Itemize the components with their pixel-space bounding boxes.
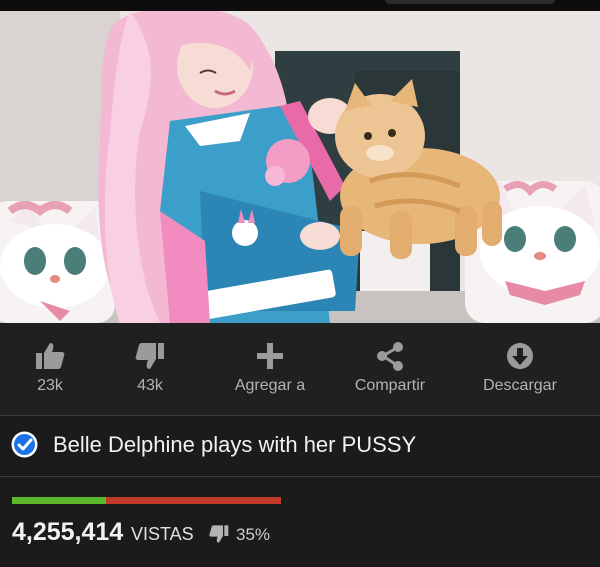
dislike-count: 43k	[137, 377, 163, 394]
download-button[interactable]: Descargar	[468, 323, 572, 415]
dislike-percent: 35%	[236, 525, 271, 544]
add-to-button[interactable]: Agregar a	[220, 323, 320, 415]
add-to-label: Agregar a	[234, 377, 306, 394]
thumbs-down-icon	[209, 525, 229, 543]
download-label: Descargar	[483, 377, 557, 394]
top-pill	[385, 0, 555, 4]
video-player[interactable]	[0, 11, 600, 323]
video-title: Belle Delphine plays with her PUSSY	[53, 432, 417, 457]
action-bar: 23k 43k Agregar a Compartir Descargar	[0, 323, 600, 416]
dislike-button[interactable]: 43k	[118, 323, 182, 415]
share-icon	[377, 342, 403, 371]
views-label: VISTAS	[131, 524, 194, 544]
plus-icon	[257, 343, 283, 369]
video-thumbnail	[0, 11, 600, 323]
status-bar	[0, 0, 600, 11]
view-count: 4,255,414	[12, 518, 124, 546]
thumbs-up-icon	[36, 343, 65, 369]
verified-check-icon	[11, 431, 38, 458]
thumbs-down-icon	[135, 343, 164, 369]
like-count: 23k	[37, 377, 63, 394]
left-cat-pillow	[0, 201, 115, 323]
rating-bar	[12, 497, 281, 504]
share-button[interactable]: Compartir	[338, 323, 442, 415]
like-button[interactable]: 23k	[18, 323, 82, 415]
share-label: Compartir	[354, 377, 426, 394]
rating-bar-likes	[12, 497, 107, 504]
download-icon	[507, 343, 533, 369]
